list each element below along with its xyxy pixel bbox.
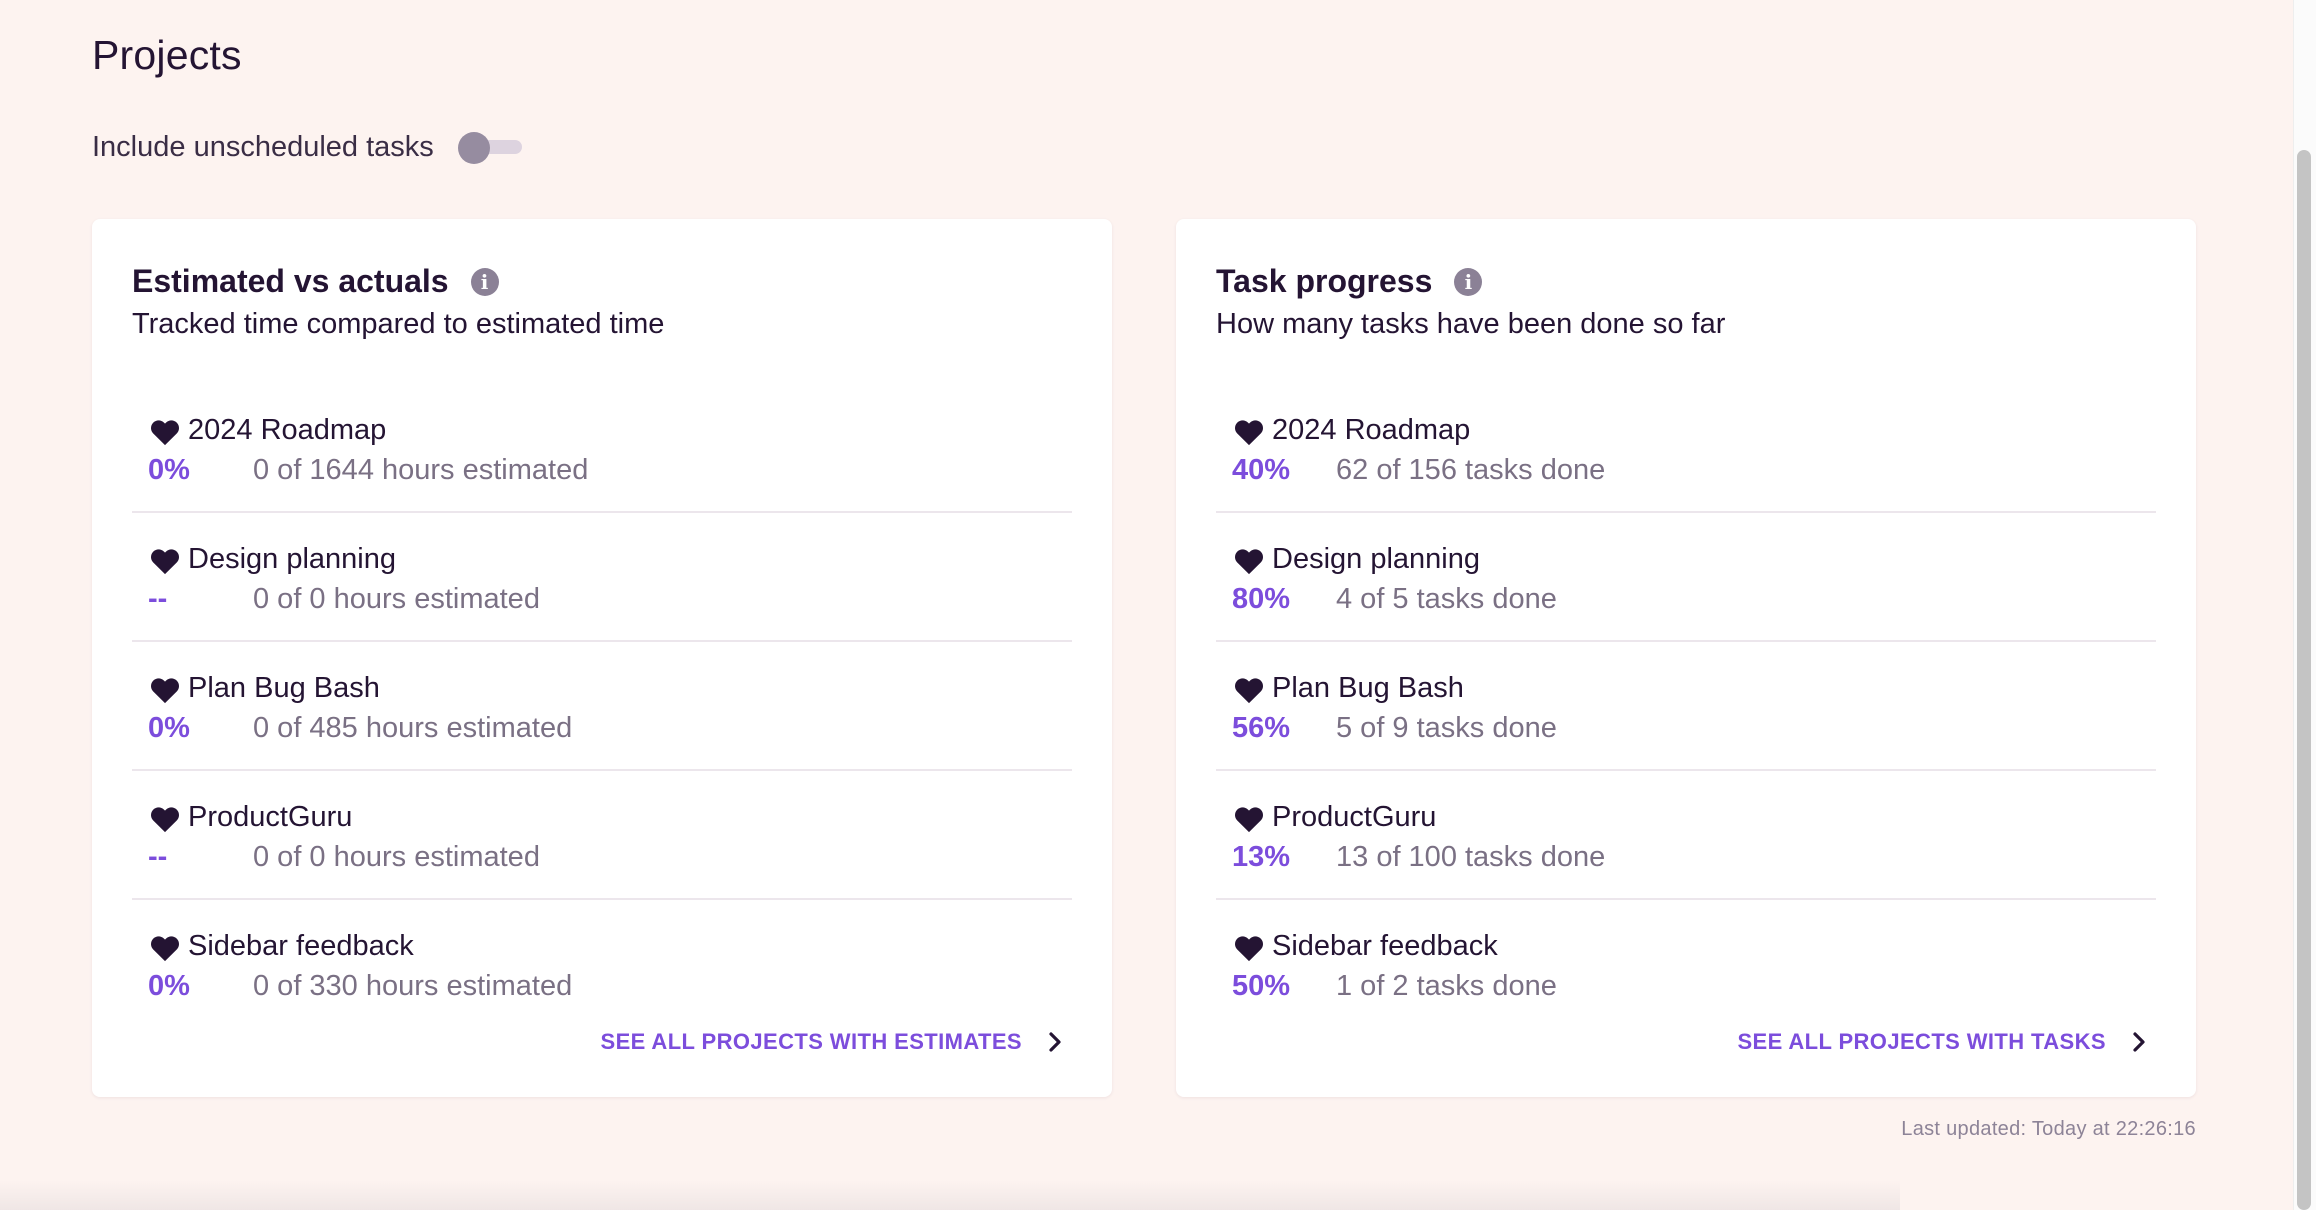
project-name: Sidebar feedback (188, 930, 414, 962)
list-item[interactable]: Plan Bug Bash 56% 5 of 9 tasks done (1216, 642, 2156, 771)
project-percent: 50% (1232, 970, 1291, 1002)
scrollbar-thumb[interactable] (2297, 150, 2311, 1210)
project-name: Design planning (188, 543, 396, 575)
list-item[interactable]: ProductGuru 13% 13 of 100 tasks done (1216, 771, 2156, 900)
project-detail: 0 of 0 hours estimated (253, 841, 540, 873)
project-detail: 0 of 485 hours estimated (253, 712, 573, 744)
see-all-estimates-link[interactable]: SEE ALL PROJECTS WITH ESTIMATES (601, 1029, 1062, 1055)
task-progress-card: Task progress i How many tasks have been… (1176, 219, 2196, 1097)
project-percent: 0% (148, 970, 190, 1002)
list-item[interactable]: 2024 Roadmap 40% 62 of 156 tasks done (1216, 384, 2156, 513)
project-percent: -- (148, 583, 168, 615)
heart-icon (151, 549, 179, 575)
project-detail: 62 of 156 tasks done (1336, 454, 1606, 486)
project-percent: 56% (1232, 712, 1291, 744)
heart-icon (151, 807, 179, 833)
unscheduled-toggle-row: Include unscheduled tasks (92, 130, 524, 164)
see-all-tasks-label: SEE ALL PROJECTS WITH TASKS (1737, 1029, 2106, 1054)
list-item[interactable]: Plan Bug Bash 0% 0 of 485 hours estimate… (132, 642, 1072, 771)
project-percent: 40% (1232, 454, 1291, 486)
heart-icon (1235, 678, 1263, 704)
project-percent: 13% (1232, 841, 1291, 873)
project-detail: 1 of 2 tasks done (1336, 970, 1557, 1002)
task-progress-card-header: Task progress i (1216, 263, 1483, 300)
project-detail: 5 of 9 tasks done (1336, 712, 1557, 744)
project-name: Sidebar feedback (1272, 930, 1498, 962)
info-icon[interactable]: i (1454, 267, 1483, 296)
toggle-knob (457, 132, 490, 164)
heart-icon (151, 678, 179, 704)
heart-icon (151, 420, 179, 446)
list-item[interactable]: Sidebar feedback 50% 1 of 2 tasks done (1216, 900, 2156, 1029)
project-name: Plan Bug Bash (1272, 672, 1464, 704)
project-name: 2024 Roadmap (1272, 414, 1471, 446)
project-detail: 4 of 5 tasks done (1336, 583, 1557, 615)
project-name: Design planning (1272, 543, 1480, 575)
project-name: ProductGuru (188, 801, 353, 833)
project-percent: -- (148, 841, 168, 873)
list-item[interactable]: 2024 Roadmap 0% 0 of 1644 hours estimate… (132, 384, 1072, 513)
project-percent: 0% (148, 454, 190, 486)
task-progress-card-subtitle: How many tasks have been done so far (1216, 308, 1726, 340)
heart-icon (151, 936, 179, 962)
last-updated-text: Last updated: Today at 22:26:16 (1901, 1118, 2196, 1140)
list-item[interactable]: Design planning -- 0 of 0 hours estimate… (132, 513, 1072, 642)
project-detail: 0 of 0 hours estimated (253, 583, 540, 615)
list-item[interactable]: ProductGuru -- 0 of 0 hours estimated (132, 771, 1072, 900)
task-progress-card-title: Task progress (1216, 263, 1433, 299)
project-percent: 0% (148, 712, 190, 744)
project-percent: 80% (1232, 583, 1291, 615)
project-detail: 0 of 1644 hours estimated (253, 454, 589, 486)
chevron-right-icon (1049, 1032, 1061, 1052)
see-all-estimates-label: SEE ALL PROJECTS WITH ESTIMATES (600, 1029, 1022, 1054)
project-detail: 0 of 330 hours estimated (253, 970, 573, 1002)
heart-icon (1235, 420, 1263, 446)
list-item[interactable]: Sidebar feedback 0% 0 of 330 hours estim… (132, 900, 1072, 1029)
heart-icon (1235, 936, 1263, 962)
project-name: ProductGuru (1272, 801, 1437, 833)
heart-icon (1235, 549, 1263, 575)
list-item[interactable]: Design planning 80% 4 of 5 tasks done (1216, 513, 2156, 642)
see-all-tasks-link[interactable]: SEE ALL PROJECTS WITH TASKS (1737, 1029, 2146, 1055)
task-progress-list: 2024 Roadmap 40% 62 of 156 tasks done De… (1216, 384, 2156, 1029)
page-title: Projects (92, 32, 242, 78)
chevron-right-icon (2133, 1032, 2145, 1052)
project-detail: 13 of 100 tasks done (1336, 841, 1606, 873)
info-icon[interactable]: i (470, 267, 499, 296)
bottom-fade (0, 1180, 1900, 1210)
estimates-card-header: Estimated vs actuals i (132, 263, 499, 300)
project-name: 2024 Roadmap (188, 414, 387, 446)
estimates-card-subtitle: Tracked time compared to estimated time (132, 308, 665, 340)
estimates-card: Estimated vs actuals i Tracked time comp… (92, 219, 1112, 1097)
heart-icon (1235, 807, 1263, 833)
estimates-list: 2024 Roadmap 0% 0 of 1644 hours estimate… (132, 384, 1072, 1029)
unscheduled-toggle[interactable] (457, 130, 524, 164)
project-name: Plan Bug Bash (188, 672, 380, 704)
estimates-card-title: Estimated vs actuals (132, 263, 449, 299)
vertical-scrollbar[interactable] (2293, 0, 2316, 1210)
unscheduled-toggle-label: Include unscheduled tasks (92, 130, 434, 163)
